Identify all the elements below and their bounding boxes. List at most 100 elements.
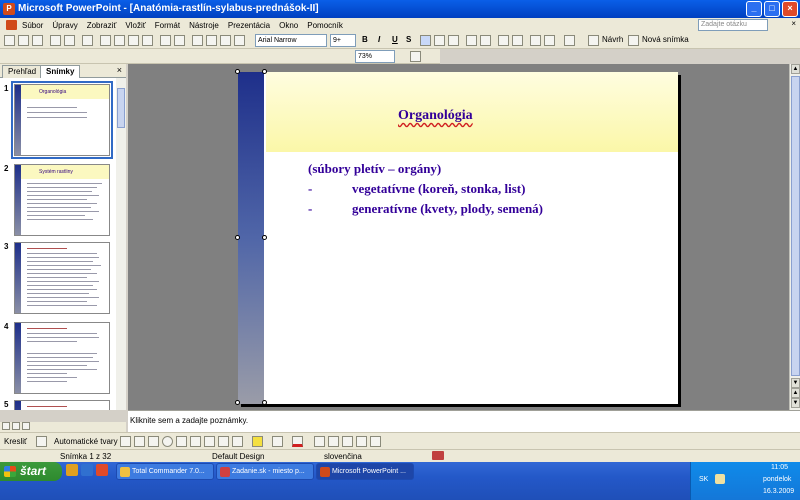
menu-slideshow[interactable]: Prezentácia [228,21,270,30]
slide-title[interactable]: Organológia [398,108,473,124]
scroll-up-button[interactable]: ▲ [791,64,800,74]
design-icon[interactable] [588,35,599,46]
picture-icon[interactable] [232,436,243,447]
numbering-icon[interactable] [466,35,477,46]
resize-handle[interactable] [235,235,240,240]
help-search-input[interactable]: Zadajte otázku [698,19,768,31]
slideshow-icon[interactable] [22,422,30,430]
draw-menu-button[interactable]: Kresliť [4,437,27,446]
print-icon[interactable] [50,35,61,46]
align-left-icon[interactable] [420,35,431,46]
tab-outline[interactable]: Prehľad [2,65,43,78]
arrow-style-icon[interactable] [342,436,353,447]
text-color-icon[interactable] [292,436,303,447]
menu-file[interactable]: Súbor [22,21,43,30]
resize-handle[interactable] [262,400,267,405]
menu-view[interactable]: Zobraziť [87,21,117,30]
notes-pane[interactable]: Kliknite sem a zadajte poznámky. [128,410,800,432]
clipart-icon[interactable] [218,436,229,447]
taskbar-button-browser[interactable]: Zadanie.sk - miesto p... [216,463,314,480]
document-icon[interactable] [6,20,17,30]
globe-icon[interactable] [234,35,245,46]
maximize-button[interactable]: □ [764,1,780,17]
menu-window[interactable]: Okno [279,21,298,30]
print-preview-icon[interactable] [64,35,75,46]
increase-font-icon[interactable] [498,35,509,46]
current-slide[interactable]: Organológia (súbory pletív – orgány) - ve… [235,69,678,405]
resize-handle[interactable] [262,69,267,74]
slide-thumbnail-4[interactable] [14,322,110,394]
clock-time[interactable]: 11:05 [771,464,788,471]
bold-button[interactable]: B [362,35,368,44]
normal-view-icon[interactable] [2,422,10,430]
line-style-icon[interactable] [314,436,325,447]
scroll-down-button[interactable]: ▼ [791,378,800,388]
language-indicator[interactable]: SK [699,476,708,483]
arrow-tool-icon[interactable] [134,436,145,447]
3d-style-icon[interactable] [370,436,381,447]
resize-handle[interactable] [235,400,240,405]
increase-indent-icon[interactable] [544,35,555,46]
menu-edit[interactable]: Úpravy [52,21,77,30]
rectangle-tool-icon[interactable] [148,436,159,447]
slide-thumbnail-5[interactable] [14,400,110,410]
shadow-button[interactable]: S [406,35,411,44]
new-slide-button[interactable]: Nová snímka [642,35,689,44]
close-button[interactable]: × [782,1,798,17]
line-color-icon[interactable] [272,436,283,447]
tray-icon[interactable] [715,474,725,484]
next-slide-button[interactable]: ▼ [791,398,800,408]
italic-button[interactable]: I [378,35,380,44]
bullets-icon[interactable] [480,35,491,46]
slide-thumbnail-1[interactable]: Organológia [11,81,113,159]
taskbar-button-powerpoint[interactable]: Microsoft PowerPoint ... [316,463,414,480]
textbox-tool-icon[interactable] [176,436,187,447]
tab-slides[interactable]: Snímky [40,65,81,78]
start-button[interactable]: štart [0,462,62,481]
editor-scrollbar[interactable]: ▲ ▼ ▲ ▼ [789,64,800,410]
font-color-icon[interactable] [564,35,575,46]
slides-pane-scrollbar[interactable] [116,78,126,410]
pane-close-button[interactable]: × [117,65,122,75]
align-right-icon[interactable] [448,35,459,46]
design-button[interactable]: Návrh [602,35,623,44]
menu-format[interactable]: Formát [155,21,180,30]
resize-handle[interactable] [235,69,240,74]
table-icon[interactable] [206,35,217,46]
decrease-font-icon[interactable] [512,35,523,46]
minimize-button[interactable]: _ [746,1,762,17]
taskbar-button-total-commander[interactable]: Total Commander 7.0... [116,463,214,480]
open-icon[interactable] [18,35,29,46]
cut-icon[interactable] [100,35,111,46]
oval-tool-icon[interactable] [162,436,173,447]
align-center-icon[interactable] [434,35,445,46]
quicklaunch-icon[interactable] [66,464,78,476]
paste-icon[interactable] [128,35,139,46]
line-tool-icon[interactable] [120,436,131,447]
save-icon[interactable] [32,35,43,46]
help-icon[interactable] [410,51,421,62]
new-icon[interactable] [4,35,15,46]
quicklaunch-icon[interactable] [81,464,93,476]
menu-tools[interactable]: Nástroje [189,21,219,30]
chart-icon[interactable] [192,35,203,46]
quicklaunch-icon[interactable] [96,464,108,476]
diagram-icon[interactable] [204,436,215,447]
previous-slide-button[interactable]: ▲ [791,388,800,398]
dash-style-icon[interactable] [328,436,339,447]
undo-icon[interactable] [160,35,171,46]
spelling-icon[interactable] [82,35,93,46]
menu-insert[interactable]: Vložiť [125,21,145,30]
slide-thumbnail-3[interactable] [14,242,110,314]
menu-help[interactable]: Pomocník [307,21,343,30]
zoom-select[interactable]: 73% [355,50,395,63]
redo-icon[interactable] [174,35,185,46]
slide-body[interactable]: (súbory pletív – orgány) - vegetatívne (k… [308,159,543,219]
autoshapes-button[interactable]: Automatické tvary [54,437,118,446]
tables-borders-icon[interactable] [220,35,231,46]
slide-sorter-icon[interactable] [12,422,20,430]
font-size-select[interactable]: 9+ [330,34,356,47]
wordart-icon[interactable] [190,436,201,447]
fill-color-icon[interactable] [252,436,263,447]
new-slide-icon[interactable] [628,35,639,46]
